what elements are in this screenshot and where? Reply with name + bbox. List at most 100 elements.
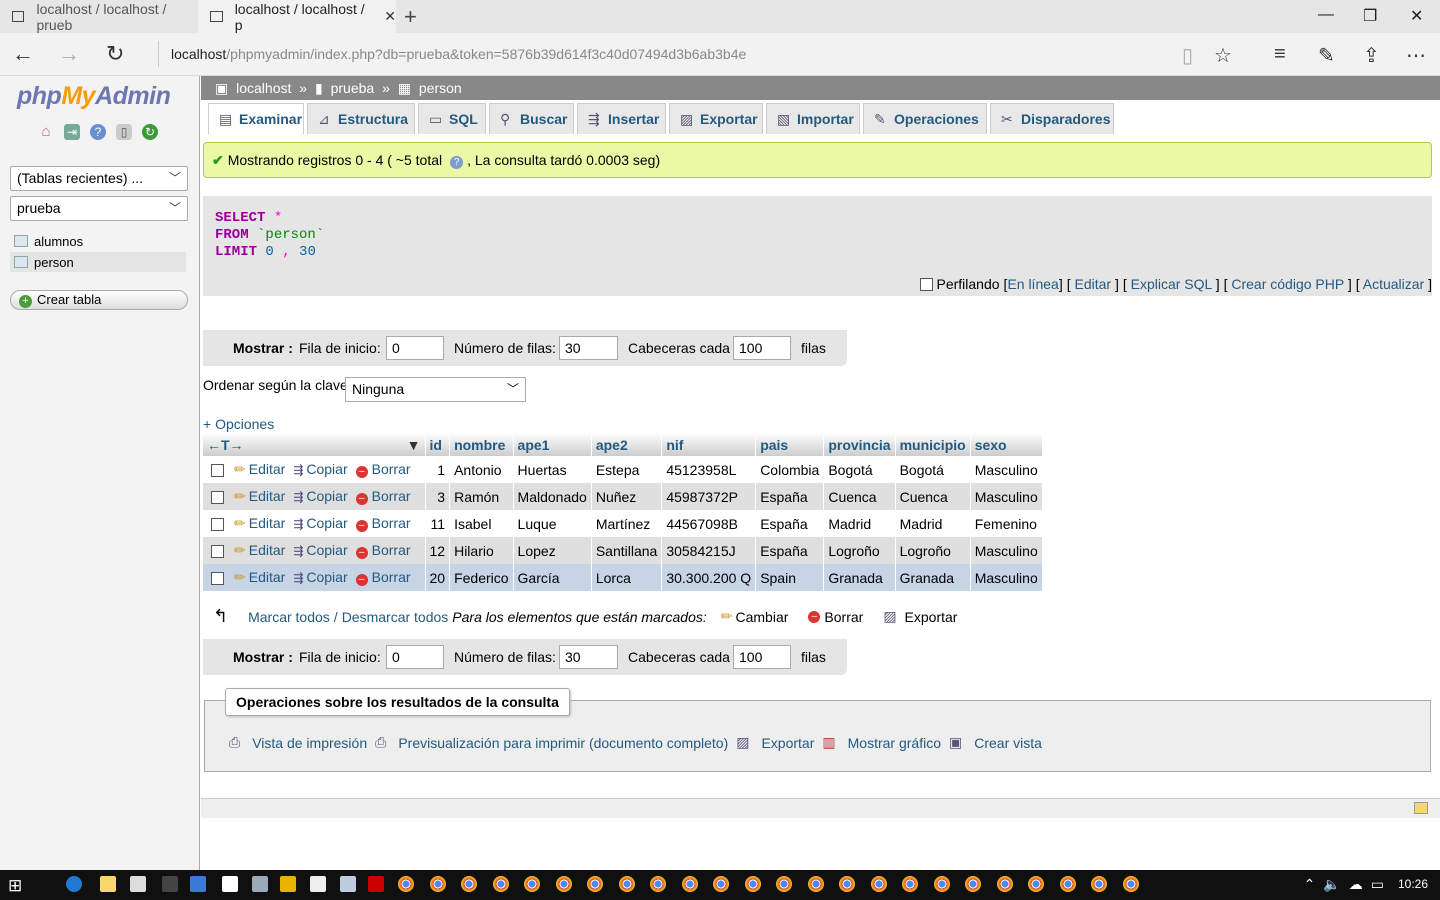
delete-row-link[interactable]: Borrar xyxy=(372,488,411,504)
file-explorer-icon[interactable] xyxy=(100,876,116,892)
chrome-icon[interactable] xyxy=(1028,876,1044,892)
app-icon[interactable] xyxy=(368,876,384,892)
table-row[interactable]: ✏ Editar ⇶ Copiar – Borrar 1 Antonio Huertas Este… xyxy=(203,456,1043,483)
chrome-icon[interactable] xyxy=(996,876,1013,892)
show-label[interactable]: Mostrar : xyxy=(233,649,293,665)
close-tab-icon[interactable]: ✕ xyxy=(384,8,396,25)
tab-importar[interactable]: ▧ Importar xyxy=(766,103,860,134)
chrome-icon[interactable] xyxy=(618,876,635,892)
bulk-delete-button[interactable]: Borrar xyxy=(824,609,863,625)
recent-tables-select[interactable]: (Tablas recientes) ... ﹀ xyxy=(10,166,188,191)
home-app-icon[interactable] xyxy=(222,876,238,892)
chrome-icon[interactable] xyxy=(524,876,540,892)
num-rows-input[interactable]: 30 xyxy=(559,336,618,360)
help-icon[interactable]: ? xyxy=(90,124,106,140)
cell-pais[interactable]: España xyxy=(755,537,825,564)
sort-dropdown-icon[interactable]: ▼ xyxy=(407,437,421,453)
chrome-icon[interactable] xyxy=(713,876,729,892)
edit-row-link[interactable]: Editar xyxy=(249,488,286,504)
volume-icon[interactable]: 🔈 xyxy=(1323,876,1340,893)
uncheck-all-link[interactable]: Desmarcar todos xyxy=(342,609,449,625)
chrome-icon[interactable] xyxy=(555,876,572,892)
cell-nif[interactable]: 45123958L xyxy=(661,456,757,483)
edit-row-link[interactable]: Editar xyxy=(249,461,286,477)
cell-ape1[interactable]: Luque xyxy=(513,510,592,537)
show-chart-link[interactable]: Mostrar gráfico xyxy=(848,735,941,751)
row-checkbox[interactable] xyxy=(211,517,224,531)
chrome-icon[interactable] xyxy=(870,876,887,892)
table-row[interactable]: ✏ Editar ⇶ Copiar – Borrar 20 Federico García Lor… xyxy=(203,564,1043,591)
cell-provincia[interactable]: Madrid xyxy=(823,510,896,537)
delete-row-link[interactable]: Borrar xyxy=(372,515,411,531)
breadcrumb-server[interactable]: localhost xyxy=(236,80,291,96)
close-window-button[interactable]: ✕ xyxy=(1410,6,1423,26)
sidebar-item-alumnos[interactable]: alumnos xyxy=(14,231,83,251)
phpmyadmin-logo[interactable]: phpMyAdmin xyxy=(17,82,171,111)
cell-nif[interactable]: 45987372P xyxy=(661,483,757,510)
cell-nombre[interactable]: Federico xyxy=(449,564,514,591)
cell-sexo[interactable]: Masculino xyxy=(970,456,1043,483)
tab-estructura[interactable]: ⊿ Estructura xyxy=(307,103,415,134)
copy-row-link[interactable]: Copiar xyxy=(306,542,347,558)
cell-municipio[interactable]: Cuenca xyxy=(895,483,971,510)
edit-row-link[interactable]: Editar xyxy=(249,542,286,558)
share-icon[interactable]: ⇪ xyxy=(1363,43,1380,68)
edge-icon[interactable] xyxy=(66,876,82,892)
docs-icon[interactable]: ▯ xyxy=(116,124,132,140)
print-full-link[interactable]: Previsualización para imprimir (document… xyxy=(398,735,728,751)
create-table-button[interactable]: + Crear tabla xyxy=(10,290,188,310)
row-checkbox[interactable] xyxy=(211,571,224,585)
cell-id[interactable]: 20 xyxy=(425,564,451,591)
cell-ape1[interactable]: García xyxy=(513,564,592,591)
cell-provincia[interactable]: Bogotá xyxy=(823,456,896,483)
breadcrumb-table[interactable]: person xyxy=(419,80,462,96)
column-header-id[interactable]: id xyxy=(425,433,451,456)
show-label[interactable]: Mostrar : xyxy=(233,340,293,356)
reload-nav-icon[interactable]: ↻ xyxy=(142,124,158,140)
start-row-input[interactable]: 0 xyxy=(386,336,444,360)
tab-operaciones[interactable]: ✎ Operaciones xyxy=(863,103,987,134)
delete-row-link[interactable]: Borrar xyxy=(372,461,411,477)
web-note-icon[interactable]: ✎ xyxy=(1318,43,1335,68)
app-icon[interactable] xyxy=(340,876,356,892)
favorite-star-icon[interactable]: ☆ xyxy=(1214,43,1232,68)
chrome-icon[interactable] xyxy=(902,876,918,892)
chrome-icon[interactable] xyxy=(1059,876,1076,892)
cell-ape1[interactable]: Lopez xyxy=(513,537,592,564)
table-row[interactable]: ✏ Editar ⇶ Copiar – Borrar 12 Hilario Lopez Santi… xyxy=(203,537,1043,564)
column-header-nombre[interactable]: nombre xyxy=(449,433,514,456)
chrome-icon[interactable] xyxy=(398,876,414,892)
chrome-icon[interactable] xyxy=(744,876,761,892)
cell-nombre[interactable]: Isabel xyxy=(449,510,514,537)
bulk-change-button[interactable]: Cambiar xyxy=(736,609,789,625)
chrome-icon[interactable] xyxy=(650,876,666,892)
cell-sexo[interactable]: Masculino xyxy=(970,537,1043,564)
new-tab-button[interactable]: + xyxy=(404,4,417,30)
cell-municipio[interactable]: Bogotá xyxy=(895,456,971,483)
cell-nif[interactable]: 44567098B xyxy=(661,510,757,537)
browser-tab-active[interactable]: localhost / localhost / p ✕ xyxy=(198,0,396,33)
app-icon[interactable] xyxy=(280,876,296,892)
delete-row-link[interactable]: Borrar xyxy=(372,569,411,585)
row-checkbox[interactable] xyxy=(211,490,224,504)
headers-every-input[interactable]: 100 xyxy=(733,336,791,360)
start-row-input[interactable]: 0 xyxy=(386,645,444,669)
home-icon[interactable]: ⌂ xyxy=(38,124,54,140)
database-select[interactable]: prueba ﹀ xyxy=(10,196,188,221)
chrome-icon[interactable] xyxy=(807,876,824,892)
num-rows-input[interactable]: 30 xyxy=(559,645,618,669)
chrome-icon[interactable] xyxy=(933,876,950,892)
cell-nombre[interactable]: Antonio xyxy=(449,456,514,483)
column-header-nif[interactable]: nif xyxy=(661,433,757,456)
chrome-icon[interactable] xyxy=(1091,876,1107,892)
cell-pais[interactable]: Spain xyxy=(755,564,825,591)
cell-id[interactable]: 1 xyxy=(425,456,451,483)
copy-row-link[interactable]: Copiar xyxy=(306,515,347,531)
tab-exportar[interactable]: ▨ Exportar xyxy=(669,103,763,134)
minimize-button[interactable]: — xyxy=(1318,6,1334,24)
cell-ape2[interactable]: Santillana xyxy=(591,537,663,564)
edit-row-link[interactable]: Editar xyxy=(249,569,286,585)
chrome-icon[interactable] xyxy=(492,876,509,892)
cell-nif[interactable]: 30584215J xyxy=(661,537,757,564)
copy-row-link[interactable]: Copiar xyxy=(306,488,347,504)
